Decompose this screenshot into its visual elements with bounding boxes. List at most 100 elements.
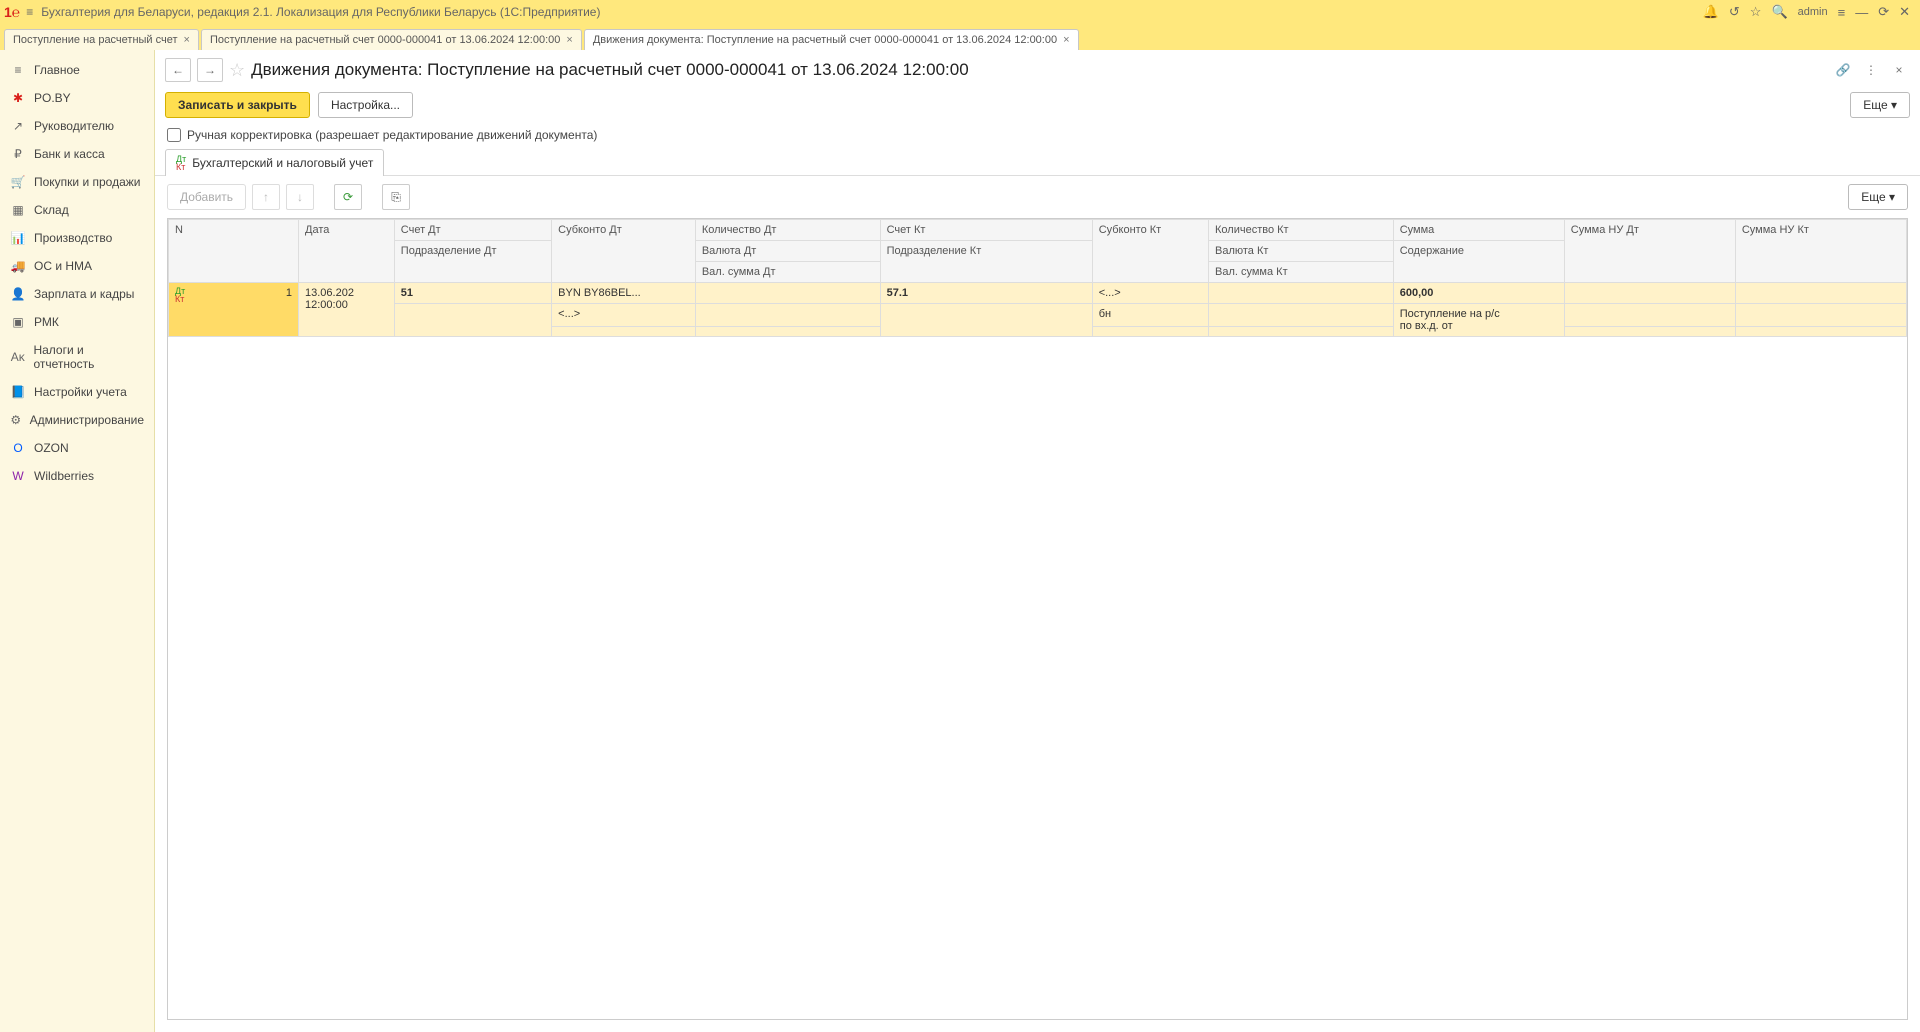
cell-valsum-dt (695, 327, 880, 337)
favorite-icon[interactable]: ☆ (229, 60, 245, 81)
user-label[interactable]: admin (1798, 6, 1828, 18)
sidebar-item[interactable]: Аᴋ Налоги и отчетность (0, 336, 154, 378)
history-icon[interactable]: ↺ (1729, 4, 1740, 20)
sidebar-icon: ▦ (10, 203, 26, 217)
cell-sum-nu-kt (1735, 283, 1906, 304)
doc-tab-2[interactable]: Поступление на расчетный счет 0000-00004… (201, 29, 582, 50)
col-valsum-kt: Вал. сумма Кт (1209, 262, 1394, 283)
table-row[interactable]: ДᴛКᴛ 1 13.06.20212:00:00 51 BYN BY86BEL.… (169, 283, 1907, 304)
sidebar-item[interactable]: ▦Склад (0, 196, 154, 224)
maximize-icon[interactable]: ⟳ (1878, 4, 1889, 20)
title-bar: 1℮ ≡ Бухгалтерия для Беларуси, редакция … (0, 0, 1920, 24)
cell-sub-kt-3 (1092, 327, 1208, 337)
forward-button[interactable]: → (197, 58, 223, 82)
cell-n: ДᴛКᴛ 1 (169, 283, 299, 337)
back-button[interactable]: ← (165, 58, 191, 82)
manual-edit-checkbox[interactable] (167, 128, 181, 142)
sidebar-label: Зарплата и кадры (34, 287, 134, 301)
sidebar-item[interactable]: ⚙Администрирование (0, 406, 154, 434)
star-icon[interactable]: ☆ (1750, 4, 1762, 20)
cell-acc-dt: 51 (394, 283, 551, 304)
sidebar-icon: ↗ (10, 119, 26, 133)
col-acc-dt: Счет Дт (394, 220, 551, 241)
sidebar-label: PO.BY (34, 91, 71, 105)
page-header: ← → ☆ Движения документа: Поступление на… (155, 50, 1920, 88)
cell-cur-dt (695, 304, 880, 327)
col-cur-dt: Валюта Дт (695, 241, 880, 262)
col-n: N (169, 220, 299, 283)
kebab-icon[interactable]: ⋮ (1860, 59, 1882, 81)
move-up-button[interactable]: ↑ (252, 184, 280, 210)
doc-tab-3[interactable]: Движения документа: Поступление на расче… (584, 29, 1079, 50)
sidebar-item[interactable]: 📊Производство (0, 224, 154, 252)
tab-accounting[interactable]: ДᴛКᴛ Бухгалтерский и налоговый учет (165, 149, 384, 176)
search-icon[interactable]: 🔍 (1771, 4, 1787, 20)
grid-toolbar: Добавить ↑ ↓ ⟳ ⎘ Еще ▾ (155, 176, 1920, 218)
table-row-sub1[interactable]: <...> бн Поступление на р/спо вх.д. от (169, 304, 1907, 327)
col-sub-dt: Субконто Дт (552, 220, 696, 283)
sidebar-icon: W (10, 469, 26, 483)
more-button[interactable]: Еще ▾ (1850, 92, 1910, 118)
export-button[interactable]: ⎘ (382, 184, 410, 210)
sidebar-item[interactable]: 👤Зарплата и кадры (0, 280, 154, 308)
sidebar-item[interactable]: ✱PO.BY (0, 84, 154, 112)
sidebar-label: Wildberries (34, 469, 94, 483)
grid-more-button[interactable]: Еще ▾ (1848, 184, 1908, 210)
sidebar-item[interactable]: OOZON (0, 434, 154, 462)
minimize-icon[interactable]: — (1855, 5, 1868, 20)
refresh-button[interactable]: ⟳ (334, 184, 362, 210)
doc-tab-1[interactable]: Поступление на расчетный счет × (4, 29, 199, 50)
cell-qty-kt (1209, 283, 1394, 304)
cell-cur-kt-val: бн (1092, 304, 1208, 327)
app-logo: 1℮ (4, 4, 20, 20)
col-sum-nu-kt: Сумма НУ Кт (1735, 220, 1906, 283)
sidebar-label: Руководителю (34, 119, 114, 133)
close-icon[interactable]: × (1063, 34, 1069, 46)
sidebar-icon: ₽ (10, 147, 26, 161)
link-icon[interactable]: 🔗 (1832, 59, 1854, 81)
add-button[interactable]: Добавить (167, 184, 246, 210)
grid[interactable]: N Дата Счет Дт Субконто Дт Количество Дт… (167, 218, 1908, 1020)
app-title: Бухгалтерия для Беларуси, редакция 2.1. … (41, 5, 1702, 19)
sidebar-item[interactable]: 🚚ОС и НМА (0, 252, 154, 280)
sidebar-icon: ⚙ (10, 413, 22, 427)
sidebar-item[interactable]: ₽Банк и касса (0, 140, 154, 168)
sidebar-icon: Аᴋ (10, 350, 25, 364)
cell-acc-kt: 57.1 (880, 283, 1092, 304)
sidebar-icon: 📘 (10, 385, 26, 399)
cell-content: Поступление на р/спо вх.д. от (1393, 304, 1564, 337)
main-menu-icon[interactable]: ≡ (26, 5, 33, 19)
sidebar-label: РМК (34, 315, 59, 329)
cell-e1 (1564, 304, 1735, 327)
manual-edit-label: Ручная корректировка (разрешает редактир… (187, 128, 597, 142)
move-down-button[interactable]: ↓ (286, 184, 314, 210)
col-sum: Сумма (1393, 220, 1564, 241)
sidebar-label: Налоги и отчетность (33, 343, 144, 371)
close-page-icon[interactable]: × (1888, 59, 1910, 81)
cell-sub-dt-2: <...> (552, 304, 696, 327)
settings-button[interactable]: Настройка... (318, 92, 413, 118)
page-title: Движения документа: Поступление на расче… (251, 60, 969, 80)
cell-date: 13.06.20212:00:00 (299, 283, 395, 337)
cell-dept-kt (880, 304, 1092, 337)
sidebar-item[interactable]: ≡Главное (0, 56, 154, 84)
tab-label: Движения документа: Поступление на расче… (593, 34, 1057, 46)
sidebar-item[interactable]: 🛒Покупки и продажи (0, 168, 154, 196)
col-qty-dt: Количество Дт (695, 220, 880, 241)
cell-qty-dt (695, 283, 880, 304)
sidebar-item[interactable]: ▣РМК (0, 308, 154, 336)
bell-icon[interactable]: 🔔 (1703, 4, 1719, 20)
cell-sum: 600,00 (1393, 283, 1564, 304)
sidebar-label: Покупки и продажи (34, 175, 141, 189)
sidebar-item[interactable]: 📘Настройки учета (0, 378, 154, 406)
col-dept-kt: Подразделение Кт (880, 241, 1092, 283)
cell-sub-kt: <...> (1092, 283, 1208, 304)
close-icon[interactable]: × (184, 34, 190, 46)
close-window-icon[interactable]: ✕ (1899, 4, 1910, 20)
sidebar-item[interactable]: W Wildberries (0, 462, 154, 490)
col-sub-kt: Субконто Кт (1092, 220, 1208, 283)
save-close-button[interactable]: Записать и закрыть (165, 92, 310, 118)
sidebar-item[interactable]: ↗ Руководителю (0, 112, 154, 140)
settings-icon[interactable]: ≡ (1838, 5, 1846, 20)
close-icon[interactable]: × (566, 34, 572, 46)
